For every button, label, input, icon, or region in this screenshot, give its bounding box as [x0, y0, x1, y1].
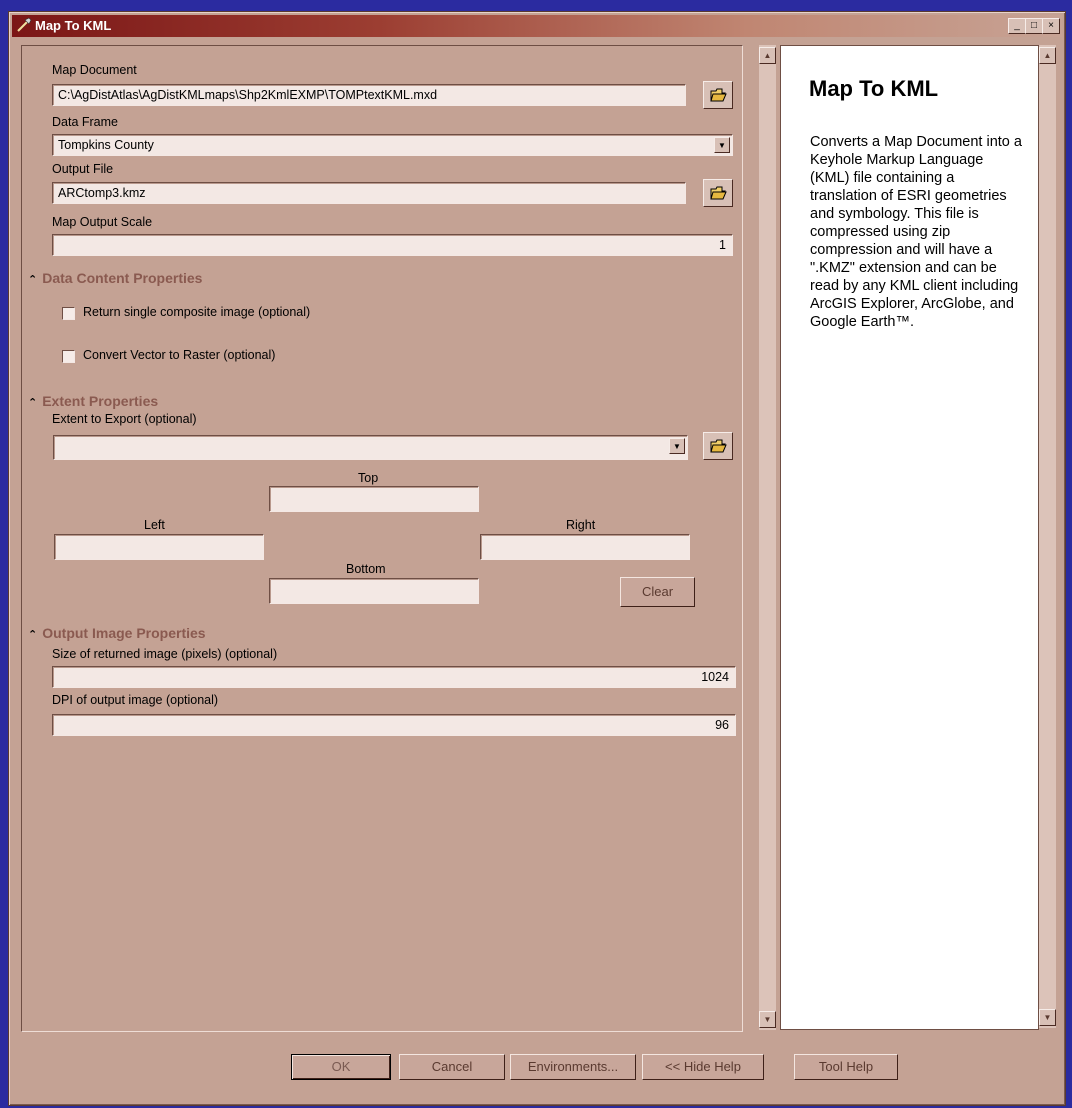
extent-bottom-field[interactable] [269, 578, 479, 604]
maximize-button[interactable]: □ [1025, 18, 1043, 34]
open-folder-icon [710, 88, 727, 102]
chevron-double-up-icon: ⌃ [28, 397, 38, 409]
image-size-label: Size of returned image (pixels) (optiona… [52, 647, 278, 661]
data-frame-value: Tompkins County [58, 138, 154, 152]
clear-extent-button[interactable]: Clear [620, 577, 695, 607]
browse-extent-button[interactable] [703, 432, 733, 460]
minimize-button[interactable]: _ [1008, 18, 1026, 34]
help-description: Converts a Map Document into a Keyhole M… [810, 134, 1022, 330]
data-frame-select[interactable]: Tompkins County ▼ [52, 134, 733, 156]
map-output-scale-label: Map Output Scale [52, 215, 153, 229]
chevron-down-icon[interactable]: ▼ [669, 438, 685, 454]
map-document-field[interactable]: C:\AgDistAtlas\AgDistKMLmaps\Shp2KmlEXMP… [52, 84, 686, 106]
scroll-down-arrow-icon[interactable]: ▼ [759, 1011, 776, 1028]
vector-to-raster-label: Convert Vector to Raster (optional) [83, 348, 276, 362]
tool-help-button[interactable]: Tool Help [794, 1054, 898, 1080]
extent-top-field[interactable] [269, 486, 479, 512]
vector-to-raster-checkbox[interactable] [62, 350, 75, 363]
chevron-double-up-icon: ⌃ [28, 274, 38, 286]
extent-left-label: Left [144, 518, 165, 532]
help-pane: Map To KML Converts a Map Document into … [780, 45, 1039, 1030]
browse-map-document-button[interactable] [703, 81, 733, 109]
close-button[interactable]: × [1042, 18, 1060, 34]
window-title: Map To KML [35, 18, 112, 33]
output-image-section-header[interactable]: ⌃ Output Image Properties [28, 625, 206, 641]
scroll-up-arrow-icon[interactable]: ▲ [759, 47, 776, 64]
extent-top-label: Top [358, 471, 379, 485]
open-folder-icon [710, 439, 727, 453]
data-content-heading: Data Content Properties [42, 270, 203, 286]
map-document-label: Map Document [52, 63, 137, 77]
extent-to-export-label: Extent to Export (optional) [52, 412, 197, 426]
extent-heading: Extent Properties [42, 393, 159, 409]
map-output-scale-field[interactable]: 1 [52, 234, 733, 256]
return-composite-checkbox[interactable] [62, 307, 75, 320]
open-folder-icon [710, 186, 727, 200]
data-content-section-header[interactable]: ⌃ Data Content Properties [28, 270, 202, 286]
hide-help-button[interactable]: << Hide Help [642, 1054, 764, 1080]
cancel-button[interactable]: Cancel [399, 1054, 505, 1080]
image-size-field[interactable]: 1024 [52, 666, 736, 688]
help-title: Map To KML [809, 76, 939, 101]
scroll-up-arrow-icon[interactable]: ▲ [1039, 47, 1056, 64]
image-dpi-field[interactable]: 96 [52, 714, 736, 736]
parameters-scrollbar[interactable]: ▲ ▼ [759, 45, 776, 1030]
hammer-icon [17, 17, 32, 32]
data-frame-label: Data Frame [52, 115, 118, 129]
chevron-down-icon[interactable]: ▼ [714, 137, 730, 153]
extent-to-export-select[interactable]: ▼ [53, 435, 688, 460]
environments-button[interactable]: Environments... [510, 1054, 636, 1080]
return-composite-label: Return single composite image (optional) [83, 305, 311, 319]
image-dpi-label: DPI of output image (optional) [52, 693, 219, 707]
title-bar[interactable]: Map To KML _ □ × [12, 15, 1062, 37]
extent-right-field[interactable] [480, 534, 690, 560]
ok-button[interactable]: OK [291, 1054, 391, 1080]
map-to-kml-dialog: Map To KML _ □ × Map Document C:\AgDistA… [8, 11, 1066, 1106]
extent-bottom-label: Bottom [346, 562, 386, 576]
parameters-pane: Map Document C:\AgDistAtlas\AgDistKMLmap… [21, 45, 743, 1032]
output-file-label: Output File [52, 162, 114, 176]
chevron-double-up-icon: ⌃ [28, 629, 38, 641]
browse-output-file-button[interactable] [703, 179, 733, 207]
help-scrollbar[interactable]: ▲ ▼ [1039, 45, 1056, 1028]
extent-left-field[interactable] [54, 534, 264, 560]
scroll-down-arrow-icon[interactable]: ▼ [1039, 1009, 1056, 1026]
extent-section-header[interactable]: ⌃ Extent Properties [28, 393, 158, 409]
output-image-heading: Output Image Properties [42, 625, 206, 641]
extent-right-label: Right [566, 518, 596, 532]
output-file-field[interactable]: ARCtomp3.kmz [52, 182, 686, 204]
